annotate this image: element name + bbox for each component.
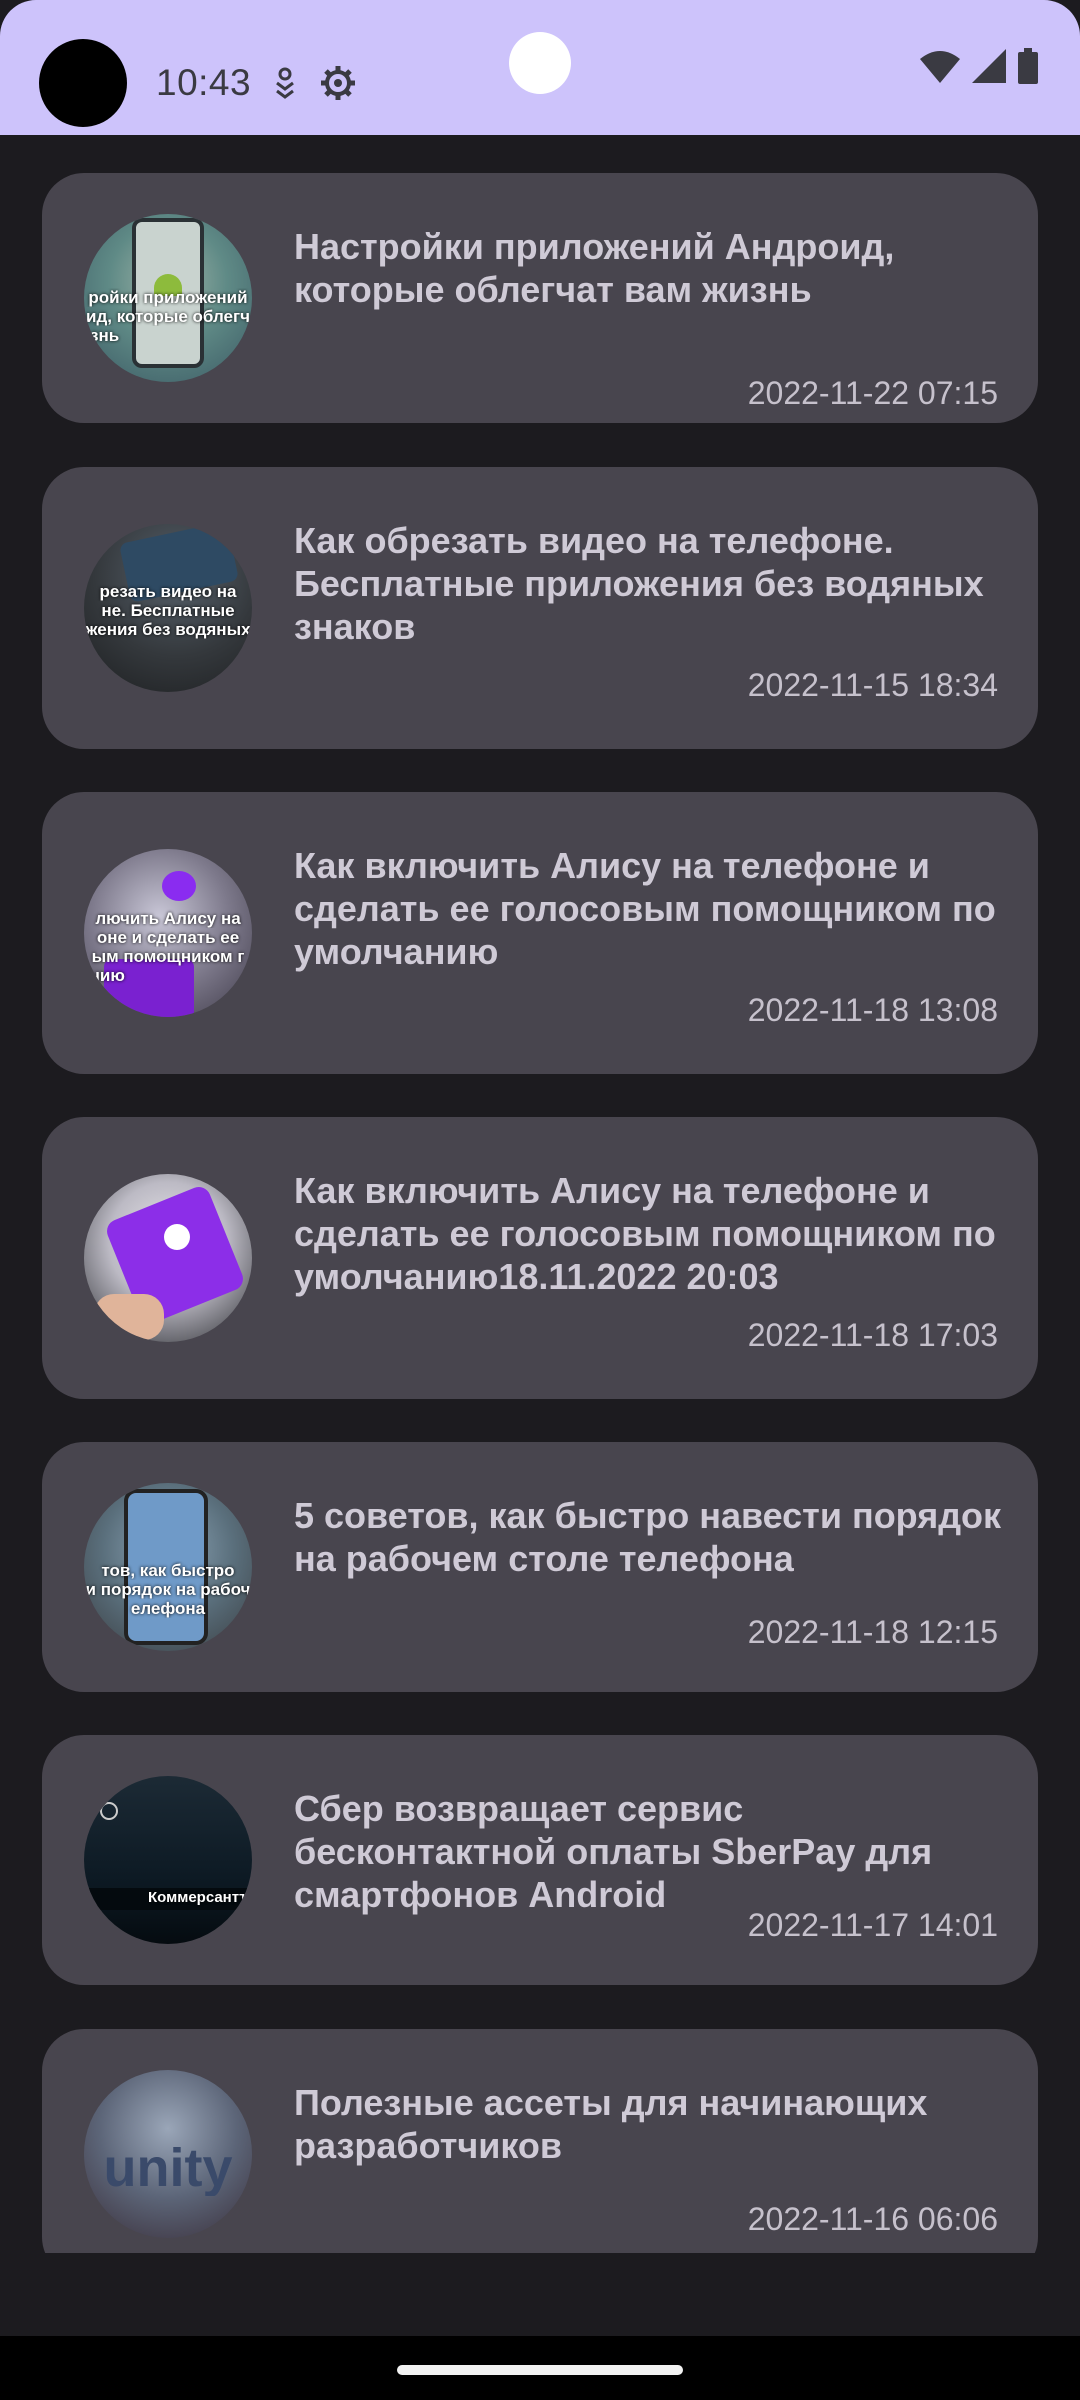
article-thumbnail: лючить Алису на оне и сделать ее ым помо… (84, 849, 252, 1017)
article-title: Сбер возвращает сервис бесконтактной опл… (294, 1788, 933, 1915)
thumbnail-caption-line: лючить Алису на (95, 909, 241, 928)
article-title: Настройки приложений Андроид, которые об… (294, 226, 895, 310)
article-title: Как обрезать видео на телефоне. Бесплатн… (294, 520, 984, 647)
thumbnail-caption-line: unity (103, 2140, 233, 2196)
article-card[interactable]: Коммерсантъ Сбер возвращает сервис беско… (42, 1735, 1038, 1985)
article-thumbnail: unity (84, 2070, 252, 2238)
article-list[interactable]: ройки приложений ид, которые облегч знь … (0, 135, 1080, 2253)
status-left: 10:43 (39, 39, 357, 127)
article-date: 2022-11-16 06:06 (747, 2201, 998, 2237)
cellular-signal-icon (972, 49, 1006, 88)
article-date: 2022-11-18 12:15 (747, 1614, 998, 1650)
home-gesture-handle[interactable] (397, 2365, 683, 2375)
article-title: Как включить Алису на телефоне и сделать… (294, 1170, 996, 1297)
thumbnail-caption-line: знь (90, 326, 120, 345)
article-title: 5 советов, как быстро навести порядок на… (294, 1495, 1002, 1579)
article-card[interactable]: Как включить Алису на телефоне и сделать… (42, 1117, 1038, 1399)
thumbnail-caption-line: и порядок на рабоч (85, 1580, 251, 1599)
article-card[interactable]: ройки приложений ид, которые облегч знь … (42, 173, 1038, 423)
article-date: 2022-11-18 17:03 (747, 1317, 998, 1353)
article-date: 2022-11-15 18:34 (747, 667, 998, 703)
article-title: Полезные ассеты для начинающих разработч… (294, 2082, 928, 2166)
wifi-icon (920, 49, 960, 88)
camera-cutout (509, 32, 571, 94)
article-thumbnail (84, 1174, 252, 1342)
thumbnail-caption-line: тов, как быстро (101, 1561, 235, 1580)
article-title: Как включить Алису на телефоне и сделать… (294, 845, 996, 972)
thumbnail-caption-line: чию (90, 966, 125, 985)
thumbnail-caption-line: ид, которые облегч (86, 307, 250, 326)
thumbnail-caption-line: Коммерсантъ (148, 1889, 251, 1906)
thumbnail-caption-line: ым помощником г (91, 947, 245, 966)
article-thumbnail: ройки приложений ид, которые облегч знь (84, 214, 252, 382)
download-icon (271, 67, 299, 99)
thumbnail-caption-line: не. Бесплатные (101, 601, 235, 620)
thumbnail-caption-line: оне и сделать ее (96, 928, 240, 947)
settings-gear-icon (319, 64, 357, 102)
status-time: 10:43 (156, 62, 252, 103)
article-date: 2022-11-22 07:15 (747, 375, 998, 411)
status-bar: 10:43 (0, 0, 1080, 135)
thumbnail-caption-line: ройки приложений (88, 288, 248, 307)
article-card[interactable]: unity Полезные ассеты для начинающих раз… (42, 2029, 1038, 2253)
thumbnail-caption-line: елефона (130, 1599, 206, 1618)
article-card[interactable]: лючить Алису на оне и сделать ее ым помо… (42, 792, 1038, 1074)
avatar (39, 39, 127, 127)
article-card[interactable]: резать видео на не. Бесплатные жения без… (42, 467, 1038, 749)
article-thumbnail: резать видео на не. Бесплатные жения без… (84, 524, 252, 692)
battery-icon (1018, 48, 1038, 89)
article-thumbnail: Коммерсантъ (84, 1776, 252, 1944)
thumbnail-caption-line: жения без водяных (85, 620, 251, 639)
article-card[interactable]: тов, как быстро и порядок на рабоч елефо… (42, 1442, 1038, 1692)
thumbnail-caption-line: резать видео на (99, 582, 237, 601)
article-date: 2022-11-18 13:08 (747, 992, 998, 1028)
article-thumbnail: тов, как быстро и порядок на рабоч елефо… (84, 1483, 252, 1651)
article-date: 2022-11-17 14:01 (747, 1907, 998, 1943)
status-right (920, 48, 1038, 89)
